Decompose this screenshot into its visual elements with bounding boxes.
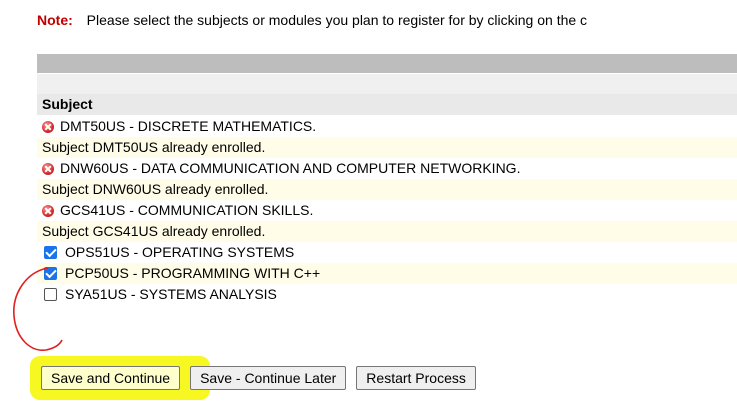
subject-option-label[interactable]: PCP50US - PROGRAMMING WITH C++ [65,263,320,284]
enrolled-subject-row: GCS41US - COMMUNICATION SKILLS. [37,200,737,221]
error-icon [42,120,54,133]
note-label: Note: [37,12,73,28]
enrolled-subject-row: DMT50US - DISCRETE MATHEMATICS. [37,116,737,137]
subject-option-row[interactable]: SYA51US - SYSTEMS ANALYSIS [37,284,737,305]
enrolled-message-row: Subject GCS41US already enrolled. [37,221,737,242]
subject-checkbox[interactable] [44,246,57,259]
table-spacer-bar [37,74,737,94]
enrolled-message-row: Subject DMT50US already enrolled. [37,137,737,158]
enrolled-message: Subject DNW60US already enrolled. [42,181,269,197]
subject-checkbox[interactable] [44,288,57,301]
error-icon [42,162,54,175]
restart-process-button[interactable]: Restart Process [356,366,476,390]
subject-option-row[interactable]: PCP50US - PROGRAMMING WITH C++ [37,263,737,284]
enrolled-message: Subject DMT50US already enrolled. [42,139,266,155]
subject-option-row[interactable]: OPS51US - OPERATING SYSTEMS [37,242,737,263]
enrolled-message: Subject GCS41US already enrolled. [42,223,266,239]
subject-name: DMT50US - DISCRETE MATHEMATICS. [60,118,317,134]
subject-list: DMT50US - DISCRETE MATHEMATICS. Subject … [37,116,737,305]
subject-option-label[interactable]: SYA51US - SYSTEMS ANALYSIS [65,284,277,305]
save-continue-later-button[interactable]: Save - Continue Later [190,366,347,390]
save-and-continue-button[interactable]: Save and Continue [41,366,181,390]
subject-option-label[interactable]: OPS51US - OPERATING SYSTEMS [65,242,294,263]
enrolled-message-row: Subject DNW60US already enrolled. [37,179,737,200]
table-top-bar [37,54,737,73]
enrolled-subject-row: DNW60US - DATA COMMUNICATION AND COMPUTE… [37,158,737,179]
subject-name: GCS41US - COMMUNICATION SKILLS. [60,202,314,218]
note-row: Note: Please select the subjects or modu… [37,12,737,34]
note-text: Please select the subjects or modules yo… [86,12,588,28]
subject-column-header: Subject [37,94,737,115]
action-buttons: Save and Continue Save - Continue Later … [37,363,486,393]
error-icon [42,204,54,217]
subject-name: DNW60US - DATA COMMUNICATION AND COMPUTE… [60,160,521,176]
subject-checkbox[interactable] [44,267,57,280]
